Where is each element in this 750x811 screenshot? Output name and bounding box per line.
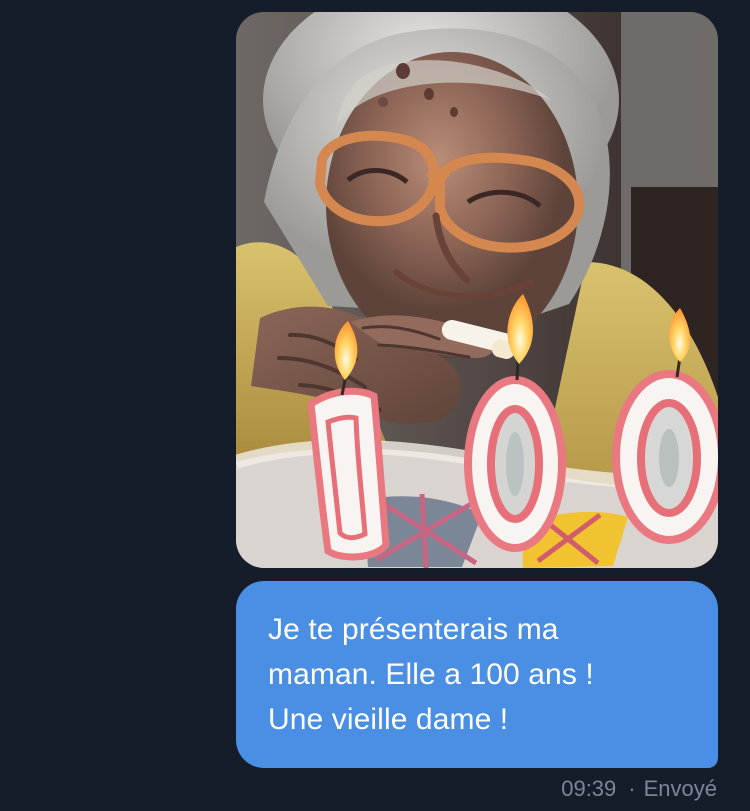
message-line-3: Une vieille dame ! (268, 703, 509, 736)
sent-photo-bubble[interactable] (236, 12, 718, 568)
message-status: 09:39 · Envoyé (561, 774, 717, 804)
message-line-2: maman. Elle a 100 ans ! (268, 658, 594, 691)
sent-status: Envoyé (643, 776, 717, 801)
message-time: 09:39 (561, 776, 617, 801)
sent-message-bubble[interactable]: Je te présenterais ma maman. Elle a 100 … (236, 581, 718, 768)
message-line-1: Je te présenterais ma (268, 613, 559, 646)
status-separator: · (628, 776, 636, 801)
birthday-photo[interactable] (236, 12, 718, 568)
chat-thread: Je te présenterais ma maman. Elle a 100 … (0, 0, 750, 811)
